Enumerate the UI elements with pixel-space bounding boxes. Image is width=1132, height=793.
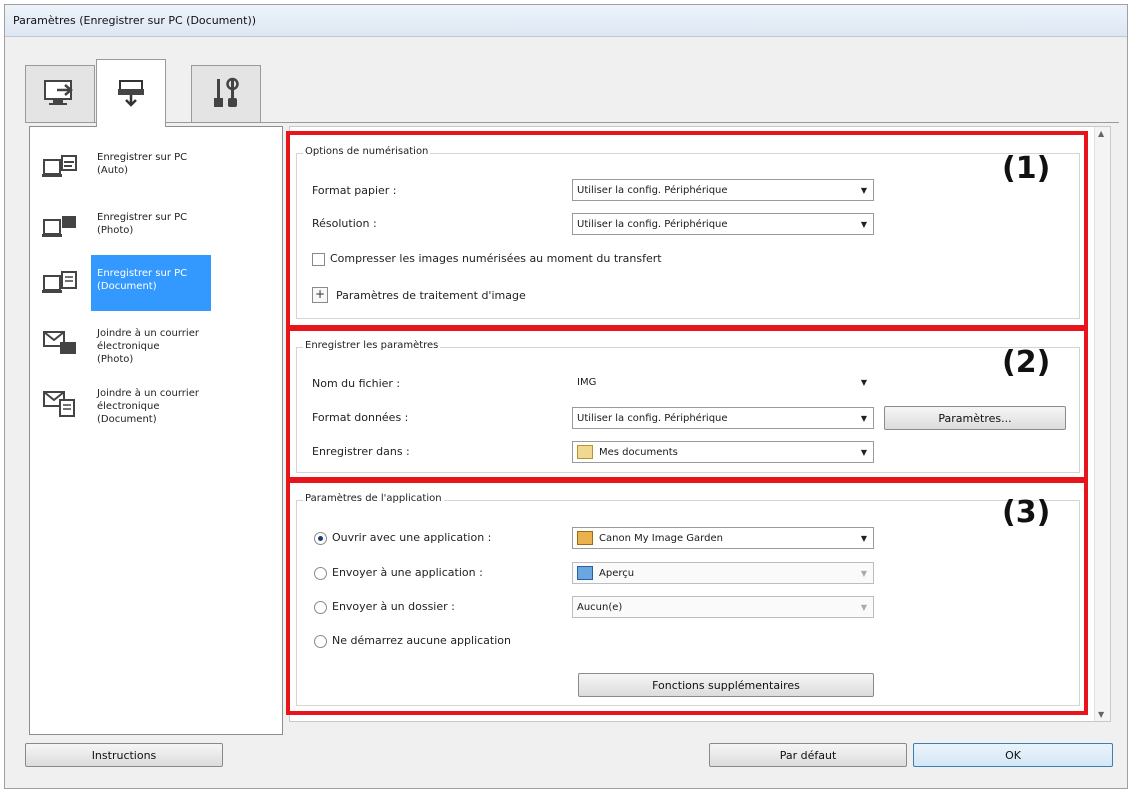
window-title: Paramètres (Enregistrer sur PC (Document… — [13, 14, 257, 27]
preview-app-icon — [577, 566, 593, 580]
tab-general-settings[interactable] — [191, 65, 261, 123]
folder-icon — [577, 445, 593, 459]
dropdown-value: IMG — [577, 376, 597, 388]
chevron-down-icon: ▼ — [860, 219, 868, 229]
paper-size-dropdown[interactable]: Utiliser la config. Périphérique ▼ — [572, 179, 874, 201]
sidebar-item-label: Enregistrer sur PC (Photo) — [97, 212, 188, 236]
sidebar-item-save-to-pc-auto[interactable]: Enregistrer sur PC (Auto) — [31, 137, 281, 197]
file-name-label: Nom du fichier : — [312, 377, 401, 390]
dropdown-value: Canon My Image Garden — [599, 532, 723, 544]
send-to-app-radio[interactable] — [314, 567, 327, 580]
dropdown-value: Mes documents — [599, 446, 678, 458]
image-garden-icon — [577, 531, 593, 545]
dropdown-value: Utiliser la config. Périphérique — [577, 412, 728, 424]
tab-divider — [25, 122, 1119, 123]
open-with-app-radio[interactable] — [314, 532, 327, 545]
send-to-app-label: Envoyer à une application : — [332, 566, 483, 579]
email-photo-icon — [31, 323, 91, 363]
send-to-folder-radio[interactable] — [314, 601, 327, 614]
section-number-1: (1) — [1002, 151, 1051, 186]
instructions-button[interactable]: Instructions — [25, 743, 223, 767]
open-with-app-dropdown[interactable]: Canon My Image Garden ▼ — [572, 527, 874, 549]
chevron-down-icon: ▼ — [860, 447, 868, 457]
compress-checkbox[interactable] — [312, 253, 325, 266]
send-to-app-dropdown[interactable]: Aperçu ▼ — [572, 562, 874, 584]
expand-image-processing-button[interactable]: + — [312, 287, 328, 303]
chevron-down-icon: ▼ — [860, 377, 868, 387]
dropdown-value: Aperçu — [599, 567, 635, 579]
file-name-combobox[interactable]: IMG ▼ — [572, 371, 874, 393]
scan-from-operation-panel-icon — [114, 75, 148, 112]
resolution-dropdown[interactable]: Utiliser la config. Périphérique ▼ — [572, 213, 874, 235]
open-with-app-label: Ouvrir avec une application : — [332, 531, 492, 544]
data-format-label: Format données : — [312, 411, 409, 424]
sidebar: Enregistrer sur PC (Auto) Enregistrer su… — [29, 126, 283, 735]
dropdown-value: Utiliser la config. Périphérique — [577, 218, 728, 230]
sidebar-item-email-document[interactable]: Joindre à un courrier électronique (Docu… — [31, 373, 281, 433]
sidebar-item-label: Enregistrer sur PC (Auto) — [97, 152, 188, 176]
data-format-dropdown[interactable]: Utiliser la config. Périphérique ▼ — [572, 407, 874, 429]
sidebar-item-save-to-pc-document[interactable]: Enregistrer sur PC (Document) — [31, 253, 281, 313]
save-in-dropdown[interactable]: Mes documents ▼ — [572, 441, 874, 463]
more-functions-button[interactable]: Fonctions supplémentaires — [578, 673, 874, 697]
sidebar-item-save-to-pc-photo[interactable]: Enregistrer sur PC (Photo) — [31, 197, 281, 257]
chevron-down-icon: ▼ — [860, 602, 868, 612]
group-title: Enregistrer les paramètres — [303, 340, 441, 351]
section-number-3: (3) — [1002, 495, 1051, 530]
data-format-settings-button[interactable]: Paramètres... — [884, 406, 1066, 430]
settings-content: ▲ ▼ Options de numérisation (1) Format p… — [286, 126, 1111, 722]
sidebar-item-label: Joindre à un courrier électronique (Phot… — [97, 328, 199, 365]
sidebar-item-email-photo[interactable]: Joindre à un courrier électronique (Phot… — [31, 313, 281, 373]
chevron-down-icon: ▼ — [860, 413, 868, 423]
chevron-down-icon: ▼ — [860, 185, 868, 195]
settings-dialog: Paramètres (Enregistrer sur PC (Document… — [4, 4, 1128, 789]
tab-scan-from-computer[interactable] — [25, 65, 95, 123]
send-to-folder-dropdown[interactable]: Aucun(e) ▼ — [572, 596, 874, 618]
compress-label[interactable]: Compresser les images numérisées au mome… — [330, 252, 662, 265]
chevron-down-icon: ▼ — [860, 533, 868, 543]
dropdown-value: Utiliser la config. Périphérique — [577, 184, 728, 196]
paper-size-label: Format papier : — [312, 184, 397, 197]
tab-scan-from-operation-panel[interactable] — [96, 59, 166, 127]
section-number-2: (2) — [1002, 345, 1051, 380]
general-settings-icon — [209, 76, 243, 113]
send-to-folder-label: Envoyer à un dossier : — [332, 600, 455, 613]
no-app-radio[interactable] — [314, 635, 327, 648]
scroll-up-arrow-icon[interactable]: ▲ — [1098, 129, 1104, 138]
resolution-label: Résolution : — [312, 217, 377, 230]
save-to-pc-photo-icon — [31, 207, 91, 247]
vertical-scrollbar[interactable]: ▲ ▼ — [1094, 127, 1110, 721]
sidebar-item-label: Joindre à un courrier électronique (Docu… — [97, 388, 199, 425]
no-app-label: Ne démarrez aucune application — [332, 634, 511, 647]
chevron-down-icon: ▼ — [860, 568, 868, 578]
scan-from-computer-icon — [43, 78, 77, 111]
title-bar: Paramètres (Enregistrer sur PC (Document… — [5, 5, 1127, 37]
group-title: Options de numérisation — [303, 146, 431, 157]
group-title: Paramètres de l'application — [303, 493, 444, 504]
sidebar-item-label: Enregistrer sur PC (Document) — [91, 255, 211, 311]
dropdown-value: Aucun(e) — [577, 601, 623, 613]
default-button[interactable]: Par défaut — [709, 743, 907, 767]
save-to-pc-auto-icon — [31, 147, 91, 187]
scroll-down-arrow-icon[interactable]: ▼ — [1098, 710, 1104, 719]
save-to-pc-document-icon — [31, 263, 91, 303]
ok-button[interactable]: OK — [913, 743, 1113, 767]
email-document-icon — [31, 383, 91, 423]
save-in-label: Enregistrer dans : — [312, 445, 410, 458]
image-processing-label: Paramètres de traitement d'image — [336, 289, 526, 302]
